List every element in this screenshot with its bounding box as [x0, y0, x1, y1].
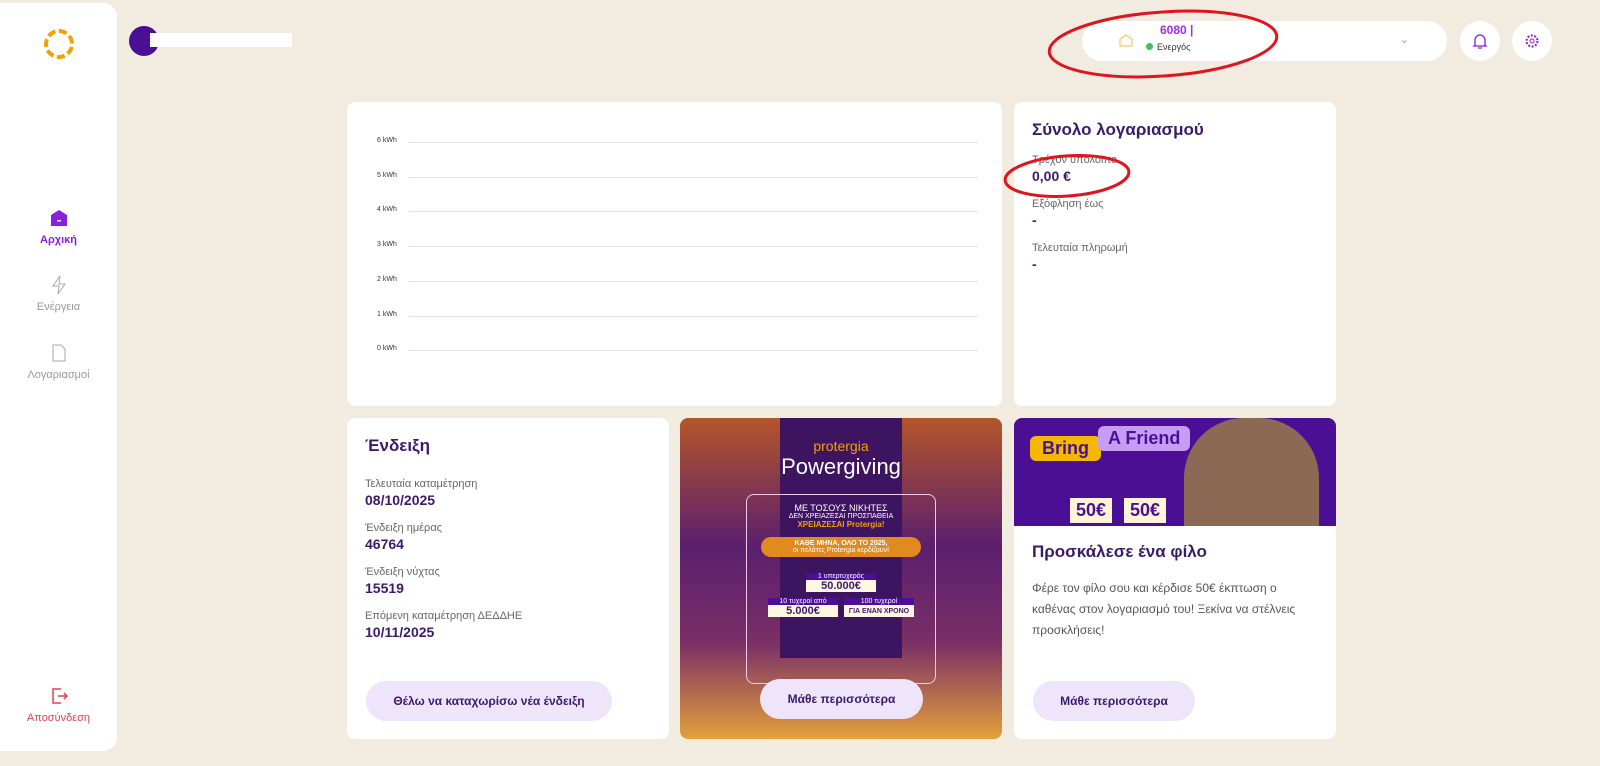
sidebar-item-home[interactable]: Αρχική: [0, 208, 117, 246]
gridline: [409, 315, 978, 317]
prize-label: 100 τυχεροί: [844, 598, 914, 605]
sidebar-item-label: Ενέργεια: [36, 301, 81, 313]
document-icon: [52, 344, 65, 362]
bell-icon: [1472, 34, 1488, 49]
due-label: Εξόφληση έως: [1032, 198, 1104, 210]
card-title: Ένδειξη: [365, 436, 431, 455]
promo-text: ΜΕ ΤΟΣΟΥΣ ΝΙΚΗΤΕΣ: [794, 503, 888, 513]
referral-text: Φέρε τον φίλο σου και κέρδισε 50€ έκπτωσ…: [1032, 581, 1296, 637]
last-reading-label: Τελευταία καταμέτρηση: [365, 478, 478, 490]
prize-label: 10 τυχεροί από: [768, 598, 838, 605]
house-icon: [1119, 34, 1133, 47]
gridline: [409, 142, 978, 143]
prize-amount: 50.000€: [821, 580, 861, 592]
y-tick-label: 6 kWh: [377, 137, 397, 144]
account-number: 6080 |: [1160, 23, 1194, 37]
sidebar-item-label: Λογαριασμοί: [27, 369, 90, 381]
balance-value: 0,00 €: [1032, 168, 1071, 184]
account-summary-card: Σύνολο λογαριασμού Τρέχον υπόλοιπο 0,00 …: [1014, 102, 1336, 406]
sidebar: Αρχική Ενέργεια Λογαριασμοί Αποσύνδεση: [0, 3, 117, 751]
prize-amount: 5.000€: [786, 605, 820, 617]
banner-friend: A Friend: [1098, 426, 1191, 451]
y-tick-label: 5 kWh: [377, 171, 397, 179]
card-title: Προσκάλεσε ένα φίλο: [1032, 542, 1207, 561]
day-reading-value: 46764: [365, 536, 404, 552]
y-tick-label: 1 kWh: [377, 310, 397, 318]
prize-label: 1 υπερτυχερός: [806, 573, 876, 580]
submit-reading-button[interactable]: Θέλω να καταχωρίσω νέα ένδειξη: [366, 681, 612, 721]
promo-text: ΚΑΘΕ ΜΗΝΑ, ΟΛΟ ΤΟ 2025,: [794, 540, 888, 547]
home-icon: [50, 210, 67, 226]
next-reading-value: 10/11/2025: [365, 624, 435, 640]
prize-amount: ΓΙΑ ΕΝΑΝ ΧΡΟΝΟ: [848, 608, 910, 615]
banner-amount: 50€: [1070, 498, 1113, 523]
card-title: Σύνολο λογαριασμού: [1032, 120, 1204, 139]
lightning-icon: [51, 275, 66, 295]
last-reading-value: 08/10/2025: [365, 492, 436, 508]
banner-amount: 50€: [1124, 498, 1167, 523]
referral-learn-more-button[interactable]: Μάθε περισσότερα: [1033, 681, 1195, 721]
last-payment-label: Τελευταία πληρωμή: [1032, 242, 1128, 254]
banner-bring: Bring: [1030, 436, 1101, 461]
meter-reading-card: Ένδειξη Τελευταία καταμέτρηση 08/10/2025…: [347, 418, 669, 739]
gridline: [409, 350, 978, 352]
notifications-button[interactable]: [1460, 21, 1500, 61]
account-status: Ενεργός: [1146, 42, 1190, 52]
last-payment-value: -: [1032, 256, 1037, 272]
friends-photo: [1184, 418, 1319, 526]
sidebar-item-energy[interactable]: Ενέργεια: [0, 275, 117, 313]
gear-icon: [1525, 34, 1539, 48]
status-dot: [1146, 43, 1153, 50]
refer-friend-card: Bring A Friend 50€ 50€ Προσκάλεσε ένα φί…: [1014, 418, 1336, 739]
promo-text: ΧΡΕΙΑΖΕΣΑΙ Protergia!: [797, 520, 885, 529]
sidebar-item-bills[interactable]: Λογαριασμοί: [0, 343, 117, 381]
account-selector[interactable]: 6080 | Ενεργός ⌄: [1082, 21, 1447, 61]
redacted-username: [150, 33, 292, 47]
y-tick-label: 4 kWh: [377, 206, 397, 214]
promo-text: οι πελάτες Protergia κερδίζουν!: [792, 547, 890, 554]
refer-banner: Bring A Friend 50€ 50€: [1014, 418, 1336, 526]
night-reading-label: Ένδειξη νύχτας: [365, 566, 440, 578]
gridline: [409, 246, 978, 248]
powergiving-promo-card[interactable]: protergia Powergiving ΜΕ ΤΟΣΟΥΣ ΝΙΚΗΤΕΣ …: [680, 418, 1002, 739]
next-reading-label: Επόμενη καταμέτρηση ΔΕΔΔΗΕ: [365, 610, 523, 622]
y-tick-label: 3 kWh: [377, 241, 397, 249]
promo-brand: protergia: [813, 438, 869, 454]
due-value: -: [1032, 212, 1037, 228]
gridline: [409, 280, 978, 282]
y-tick-label: 2 kWh: [377, 275, 397, 283]
logout-button[interactable]: Αποσύνδεση: [0, 686, 117, 724]
promo-text: ΔΕΝ ΧΡΕΙΑΖΕΣΑΙ ΠΡΟΣΠΑΘΕΙΑ: [788, 513, 894, 520]
chevron-down-icon: ⌄: [1399, 34, 1409, 46]
gridline: [409, 211, 978, 213]
night-reading-value: 15519: [365, 580, 404, 596]
logout-icon: [51, 688, 68, 704]
logout-label: Αποσύνδεση: [26, 712, 91, 724]
y-tick-label: 0 kWh: [377, 345, 397, 353]
promo-learn-more-button[interactable]: Μάθε περισσότερα: [760, 679, 923, 719]
gridline: [409, 176, 978, 178]
day-reading-label: Ένδειξη ημέρας: [365, 522, 442, 534]
promo-title: Powergiving: [781, 454, 901, 479]
settings-button[interactable]: [1512, 21, 1552, 61]
balance-label: Τρέχον υπόλοιπο: [1032, 154, 1117, 166]
consumption-chart: 6 kWh 5 kWh 4 kWh 3 kWh 2 kWh 1 kWh 0 kWh: [347, 102, 1002, 406]
logo[interactable]: [44, 29, 74, 59]
sidebar-item-label: Αρχική: [40, 234, 77, 246]
status-text: Ενεργός: [1157, 42, 1191, 52]
